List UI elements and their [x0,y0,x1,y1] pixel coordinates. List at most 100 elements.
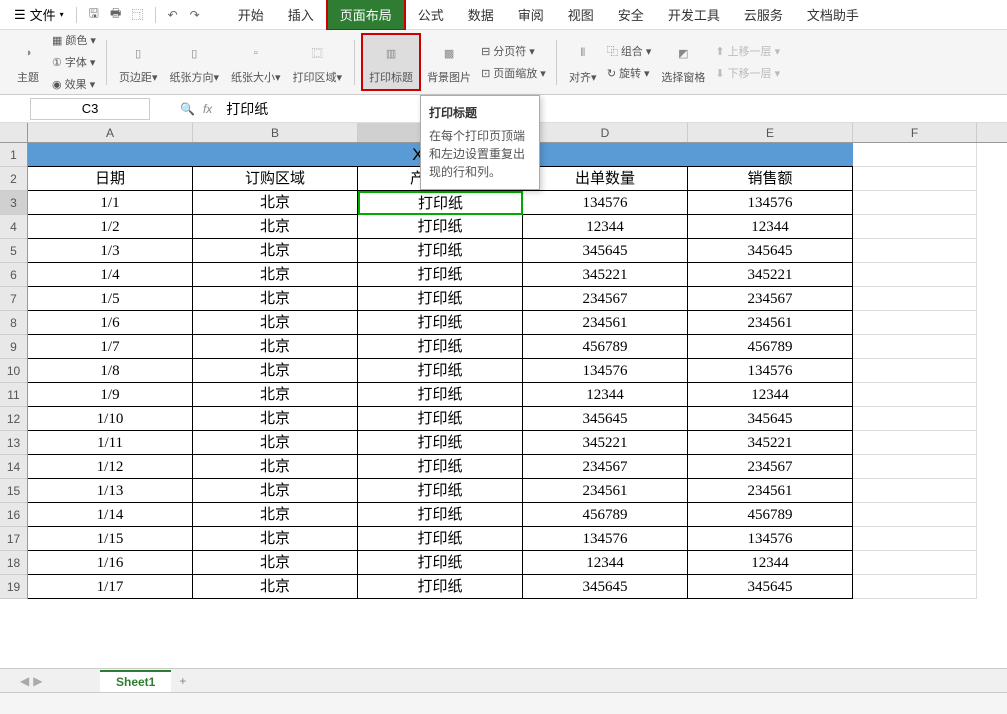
cell-E19[interactable]: 345645 [688,575,853,599]
cell-C9[interactable]: 打印纸 [358,335,523,359]
cell-D16[interactable]: 456789 [523,503,688,527]
cell-D5[interactable]: 345645 [523,239,688,263]
cell-E13[interactable]: 345221 [688,431,853,455]
cell-C5[interactable]: 打印纸 [358,239,523,263]
menu-tab-2[interactable]: 页面布局 [326,0,406,31]
cell-C17[interactable]: 打印纸 [358,527,523,551]
cell-C4[interactable]: 打印纸 [358,215,523,239]
search-icon[interactable]: 🔍 [180,102,195,116]
effect-button[interactable]: ◉效果▾ [48,74,100,94]
cell-E3[interactable]: 134576 [688,191,853,215]
cell-E10[interactable]: 134576 [688,359,853,383]
select-all-corner[interactable] [0,123,28,142]
sheet-tab-active[interactable]: Sheet1 [100,670,171,692]
cell-C12[interactable]: 打印纸 [358,407,523,431]
cell-F4[interactable] [853,215,977,239]
row-header-12[interactable]: 12 [0,407,27,431]
cell-A11[interactable]: 1/9 [28,383,193,407]
menu-tab-1[interactable]: 插入 [276,0,326,29]
cell-C15[interactable]: 打印纸 [358,479,523,503]
row-header-10[interactable]: 10 [0,359,27,383]
menu-tab-5[interactable]: 审阅 [506,0,556,29]
print-titles-button[interactable]: ▥ 打印标题 [361,33,421,91]
name-box[interactable]: C3 [30,98,150,120]
sheet-prev-icon[interactable]: ◀ [20,674,29,688]
menu-tab-7[interactable]: 安全 [606,0,656,29]
cell-B16[interactable]: 北京 [193,503,358,527]
rotate-button[interactable]: ↻旋转▾ [603,63,656,83]
col-header-B[interactable]: B [193,123,358,142]
cell-A13[interactable]: 1/11 [28,431,193,455]
menu-tab-4[interactable]: 数据 [456,0,506,29]
sheet-add-button[interactable]: + [171,671,194,691]
row-header-2[interactable]: 2 [0,167,27,191]
row-header-13[interactable]: 13 [0,431,27,455]
scale-button[interactable]: ⊡页面缩放▾ [477,63,550,83]
cell-C8[interactable]: 打印纸 [358,311,523,335]
row-header-18[interactable]: 18 [0,551,27,575]
row-header-15[interactable]: 15 [0,479,27,503]
cell-F9[interactable] [853,335,977,359]
cell-F17[interactable] [853,527,977,551]
menu-tab-0[interactable]: 开始 [226,0,276,29]
cell-F3[interactable] [853,191,977,215]
cell-E5[interactable]: 345645 [688,239,853,263]
cell-D8[interactable]: 234561 [523,311,688,335]
cell-D7[interactable]: 234567 [523,287,688,311]
cell-B14[interactable]: 北京 [193,455,358,479]
cell-C16[interactable]: 打印纸 [358,503,523,527]
header-cell-col-D[interactable]: 出单数量 [523,167,688,191]
cell-B6[interactable]: 北京 [193,263,358,287]
cell-D14[interactable]: 234567 [523,455,688,479]
theme-button[interactable]: ◑ 主题 [8,35,48,89]
select-pane-button[interactable]: ◩ 选择窗格 [655,35,711,89]
cell-F10[interactable] [853,359,977,383]
cell-A3[interactable]: 1/1 [28,191,193,215]
fx-icon[interactable]: fx [203,102,212,116]
cell-F14[interactable] [853,455,977,479]
cell-E4[interactable]: 12344 [688,215,853,239]
cell-F11[interactable] [853,383,977,407]
menu-tab-10[interactable]: 文档助手 [795,0,871,29]
cell-A5[interactable]: 1/3 [28,239,193,263]
cell-F18[interactable] [853,551,977,575]
cell-A19[interactable]: 1/17 [28,575,193,599]
cell-D13[interactable]: 345221 [523,431,688,455]
cell-A14[interactable]: 1/12 [28,455,193,479]
cell-E17[interactable]: 134576 [688,527,853,551]
cell-E12[interactable]: 345645 [688,407,853,431]
col-header-E[interactable]: E [688,123,853,142]
save-icon[interactable]: 🖫 [86,7,102,23]
col-header-F[interactable]: F [853,123,977,142]
font-button[interactable]: ①字体▾ [48,52,100,72]
cell-A15[interactable]: 1/13 [28,479,193,503]
menu-tab-6[interactable]: 视图 [556,0,606,29]
cell-C11[interactable]: 打印纸 [358,383,523,407]
cell-A12[interactable]: 1/10 [28,407,193,431]
cell-C3[interactable]: 打印纸 [358,191,523,215]
header-cell-col-B[interactable]: 订购区域 [193,167,358,191]
cell-D9[interactable]: 456789 [523,335,688,359]
formula-input[interactable] [220,97,1007,121]
menu-tab-3[interactable]: 公式 [406,0,456,29]
cell-D19[interactable]: 345645 [523,575,688,599]
cell-C7[interactable]: 打印纸 [358,287,523,311]
header-cell-col-E[interactable]: 销售额 [688,167,853,191]
cell-C14[interactable]: 打印纸 [358,455,523,479]
print-icon[interactable]: 🖶 [108,7,124,23]
cell-F1[interactable] [853,143,977,167]
cell-E15[interactable]: 234561 [688,479,853,503]
cell-B7[interactable]: 北京 [193,287,358,311]
cell-C10[interactable]: 打印纸 [358,359,523,383]
file-menu[interactable]: ☰ 文件 [8,2,70,27]
redo-icon[interactable]: ↷ [187,7,203,23]
cell-B12[interactable]: 北京 [193,407,358,431]
row-header-4[interactable]: 4 [0,215,27,239]
orientation-button[interactable]: ▯ 纸张方向▾ [163,35,225,89]
cell-F16[interactable] [853,503,977,527]
cell-A9[interactable]: 1/7 [28,335,193,359]
cell-F2[interactable] [853,167,977,191]
breaks-button[interactable]: ⊟分页符▾ [477,41,550,61]
cell-E18[interactable]: 12344 [688,551,853,575]
align-button[interactable]: ⫴ 对齐▾ [563,35,603,89]
